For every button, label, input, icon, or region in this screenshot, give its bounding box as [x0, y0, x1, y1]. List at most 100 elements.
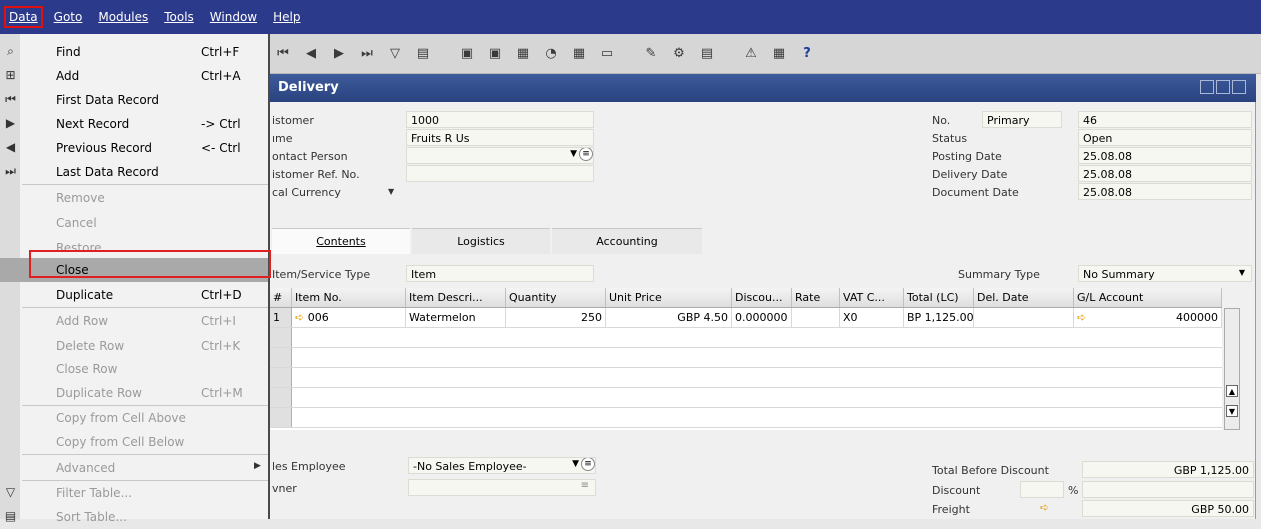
menu-item-close-row[interactable]: Close Row — [0, 357, 268, 381]
col-rate[interactable]: Rate — [792, 288, 840, 307]
summary-type-select[interactable]: No Summary ▼ — [1078, 265, 1252, 282]
menu-item-label: Sort Table... — [56, 510, 127, 524]
detail-icon[interactable]: ≡ — [581, 458, 595, 471]
menu-window[interactable]: Window — [207, 8, 260, 26]
dropdown-arrow-icon[interactable]: ▼ — [570, 149, 577, 159]
menu-data[interactable]: Data — [4, 6, 43, 28]
menu-item-sort-table[interactable]: ▤ Sort Table... — [0, 505, 268, 529]
col-total[interactable]: Total (LC) — [904, 288, 974, 307]
tab-logistics[interactable]: Logistics — [412, 228, 550, 254]
filter-icon[interactable]: ▽ — [384, 42, 406, 64]
col-gl-account[interactable]: G/L Account — [1074, 288, 1222, 307]
table-row[interactable] — [270, 388, 1222, 408]
menu-item-first-data-record[interactable]: ⏮ First Data Record — [0, 88, 268, 112]
col-num[interactable]: # — [270, 288, 292, 307]
gross-profit-icon[interactable]: ▦ — [512, 42, 534, 64]
link-arrow-icon[interactable]: ➪ — [1077, 311, 1086, 324]
series-field[interactable]: Primary — [982, 111, 1062, 128]
alert-icon[interactable]: ⚠ — [740, 42, 762, 64]
layout-icon[interactable]: ◔ — [540, 42, 562, 64]
menu-item-filter-table[interactable]: ▽ Filter Table... — [0, 481, 268, 505]
document-date-field[interactable]: 25.08.08 — [1078, 183, 1252, 200]
tab-contents[interactable]: Contents — [272, 228, 410, 254]
link-arrow-icon[interactable]: ➪ — [295, 311, 304, 324]
grid-scrollbar[interactable]: ▲ ▼ — [1224, 308, 1240, 430]
col-item-no[interactable]: Item No. — [292, 288, 406, 307]
base-document-icon[interactable]: ▣ — [456, 42, 478, 64]
settings-icon[interactable]: ⚙ — [668, 42, 690, 64]
name-field[interactable]: Fruits R Us — [406, 129, 594, 146]
table-row[interactable] — [270, 368, 1222, 388]
minimize-icon[interactable] — [1200, 80, 1214, 94]
delivery-date-field[interactable]: 25.08.08 — [1078, 165, 1252, 182]
close-icon[interactable] — [1232, 80, 1246, 94]
currency-dropdown-icon[interactable]: ▼ — [388, 187, 394, 196]
table-row[interactable] — [270, 408, 1222, 428]
owner-field[interactable]: ≡ — [408, 479, 596, 496]
col-quantity[interactable]: Quantity — [506, 288, 606, 307]
last-record-icon[interactable]: ⏭ — [356, 42, 378, 64]
menu-modules[interactable]: Modules — [95, 8, 151, 26]
contact-person-field[interactable]: ▼ ≡ — [406, 147, 594, 164]
link-arrow-icon[interactable]: ➪ — [1040, 501, 1049, 514]
menu-item-remove[interactable]: Remove — [0, 186, 268, 210]
menu-item-advanced[interactable]: Advanced ▶ — [0, 456, 268, 480]
col-del-date[interactable]: Del. Date — [974, 288, 1074, 307]
maximize-icon[interactable] — [1216, 80, 1230, 94]
col-discount[interactable]: Discou... — [732, 288, 792, 307]
customer-ref-field[interactable] — [406, 165, 594, 182]
customer-field[interactable]: ➪ 1000 — [406, 111, 594, 128]
menu-item-add-row[interactable]: Add Row Ctrl+I — [0, 309, 268, 333]
help-icon[interactable]: ? — [796, 42, 818, 64]
print-icon[interactable]: ▦ — [568, 42, 590, 64]
menu-item-copy-from-cell-below[interactable]: Copy from Cell Below — [0, 430, 268, 454]
chevron-down-icon[interactable]: ▼ — [1239, 268, 1245, 277]
freight-field[interactable]: GBP 50.00 — [1082, 500, 1254, 517]
discount-pct-field[interactable] — [1020, 481, 1064, 498]
doc-no-field[interactable]: 46 — [1078, 111, 1252, 128]
menu-goto[interactable]: Goto — [51, 8, 86, 26]
first-record-icon[interactable]: ⏮ — [272, 42, 294, 64]
col-unit-price[interactable]: Unit Price — [606, 288, 732, 307]
calendar-icon[interactable]: ▦ — [768, 42, 790, 64]
menu-item-delete-row[interactable]: Delete Row Ctrl+K — [0, 334, 268, 358]
menu-tools[interactable]: Tools — [161, 8, 197, 26]
menu-item-add[interactable]: ⊞ Add Ctrl+A — [0, 64, 268, 88]
discount-amount-field[interactable] — [1082, 481, 1254, 498]
currency-label[interactable]: cal Currency — [272, 186, 341, 199]
preview-icon[interactable]: ▭ — [596, 42, 618, 64]
previous-record-icon[interactable]: ◀ — [300, 42, 322, 64]
report-icon[interactable]: ▤ — [696, 42, 718, 64]
menu-item-last-data-record[interactable]: ⏭ Last Data Record — [0, 160, 268, 184]
sales-employee-select[interactable]: -No Sales Employee- ▼ ≡ — [408, 457, 596, 474]
target-document-icon[interactable]: ▣ — [484, 42, 506, 64]
menu-item-duplicate[interactable]: Duplicate Ctrl+D — [0, 283, 268, 307]
detail-icon[interactable]: ≡ — [579, 148, 593, 161]
tab-accounting[interactable]: Accounting — [552, 228, 702, 254]
total-before-discount-label: Total Before Discount — [932, 464, 1049, 477]
menu-item-previous-record[interactable]: ◀ Previous Record <- Ctrl — [0, 136, 268, 160]
detail-icon[interactable]: ≡ — [581, 480, 589, 491]
status-label: Status — [932, 132, 968, 145]
col-vat[interactable]: VAT C... — [840, 288, 904, 307]
menu-help[interactable]: Help — [270, 8, 303, 26]
menu-item-next-record[interactable]: ▶ Next Record -> Ctrl — [0, 112, 268, 136]
scroll-up-icon[interactable]: ▲ — [1226, 385, 1238, 397]
col-item-desc[interactable]: Item Descri... — [406, 288, 506, 307]
dropdown-arrow-icon[interactable]: ▼ — [572, 459, 579, 469]
menu-item-cancel[interactable]: Cancel — [0, 211, 268, 235]
sort-icon[interactable]: ▤ — [412, 42, 434, 64]
item-type-field[interactable]: Item — [406, 265, 594, 282]
next-record-icon[interactable]: ▶ — [328, 42, 350, 64]
menu-item-duplicate-row[interactable]: Duplicate Row Ctrl+M — [0, 381, 268, 405]
table-row[interactable] — [270, 348, 1222, 368]
menu-item-find[interactable]: ⌕ Find Ctrl+F — [0, 40, 268, 64]
scroll-down-icon[interactable]: ▼ — [1226, 405, 1238, 417]
menu-bar: Data Goto Modules Tools Window Help — [0, 0, 1261, 34]
menu-item-copy-from-cell-above[interactable]: Copy from Cell Above — [0, 406, 268, 430]
pencil-icon[interactable]: ✎ — [640, 42, 662, 64]
table-row[interactable] — [270, 328, 1222, 348]
menu-item-label: Add Row — [56, 314, 109, 328]
posting-date-field[interactable]: 25.08.08 — [1078, 147, 1252, 164]
table-row[interactable]: 1 ➪ 006 Watermelon 250 GBP 4.50 0.000000… — [270, 308, 1222, 328]
